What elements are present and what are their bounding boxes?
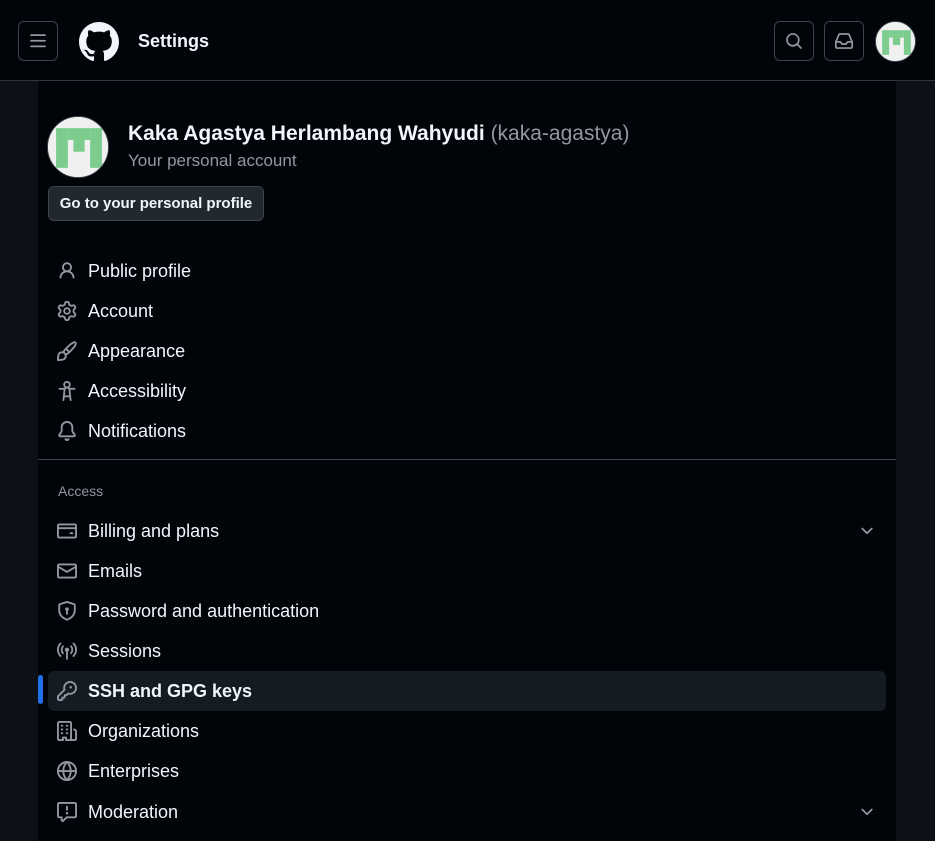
sidebar-item-billing[interactable]: Billing and plans <box>48 511 886 551</box>
profile-handle: (kaka-agastya) <box>490 122 630 145</box>
profile-name: Kaka Agastya Herlambang Wahyudi (kaka-ag… <box>128 122 629 146</box>
sidebar-item-public-profile[interactable]: Public profile <box>48 251 886 291</box>
accessibility-icon <box>58 381 76 401</box>
organization-icon <box>57 721 77 741</box>
github-mark-icon <box>79 22 119 62</box>
menu-button[interactable] <box>18 21 58 61</box>
sidebar-item-moderation[interactable]: Moderation <box>48 792 886 832</box>
gear-icon <box>57 301 77 321</box>
sidebar-item-notifications[interactable]: Notifications <box>48 411 886 451</box>
sidebar-item-label: Organizations <box>88 721 200 741</box>
sidebar-item-account[interactable]: Account <box>48 291 886 331</box>
go-to-profile-button[interactable]: Go to your personal profile <box>48 186 264 221</box>
search-button[interactable] <box>774 21 814 61</box>
sidebar-item-password-auth[interactable]: Password and authentication <box>48 591 886 631</box>
sidebar-item-label: Moderation <box>88 802 179 822</box>
profile-avatar <box>47 116 109 178</box>
sidebar-item-label: Account <box>88 301 154 321</box>
section-heading-access: Access <box>58 483 104 499</box>
sidebar-item-enterprises[interactable]: Enterprises <box>48 751 886 791</box>
sidebar-item-emails[interactable]: Emails <box>48 551 886 591</box>
bell-icon <box>58 421 76 441</box>
mail-icon <box>57 563 77 579</box>
search-icon <box>786 33 802 49</box>
report-icon <box>57 802 77 822</box>
sidebar-item-label: Billing and plans <box>88 521 220 541</box>
identicon-avatar <box>876 22 915 61</box>
hamburger-icon <box>30 34 46 48</box>
shield-lock-icon <box>58 601 76 621</box>
page-title: Settings <box>138 31 210 51</box>
sidebar-item-label: SSH and GPG keys <box>88 681 253 701</box>
profile-full-name: Kaka Agastya Herlambang Wahyudi <box>128 122 485 145</box>
sidebar-item-ssh-gpg-keys[interactable]: SSH and GPG keys <box>48 671 886 711</box>
key-icon <box>57 681 77 701</box>
sidebar-item-label: Appearance <box>88 341 186 361</box>
section-divider <box>38 459 896 460</box>
broadcast-icon <box>57 642 77 660</box>
sidebar-item-label: Password and authentication <box>88 601 320 621</box>
github-logo-link[interactable] <box>79 22 119 62</box>
globe-icon <box>57 761 77 781</box>
sidebar-item-label: Public profile <box>88 261 192 281</box>
sidebar-item-sessions[interactable]: Sessions <box>48 631 886 671</box>
sidebar-item-organizations[interactable]: Organizations <box>48 711 886 751</box>
sidebar-item-label: Enterprises <box>88 761 180 781</box>
active-item-indicator <box>38 675 43 704</box>
paintbrush-icon <box>57 341 77 361</box>
sidebar-item-label: Notifications <box>88 421 187 441</box>
user-avatar-button[interactable] <box>875 21 916 62</box>
credit-card-icon <box>57 523 77 539</box>
profile-subtitle: Your personal account <box>128 151 297 170</box>
chevron-down-icon[interactable] <box>858 803 876 821</box>
chevron-down-icon[interactable] <box>858 522 876 540</box>
inbox-icon <box>835 33 853 49</box>
top-header: Settings <box>0 0 935 81</box>
identicon-avatar <box>48 117 108 177</box>
sidebar-item-label: Accessibility <box>88 381 187 401</box>
sidebar-item-label: Emails <box>88 561 143 581</box>
sidebar-item-accessibility[interactable]: Accessibility <box>48 371 886 411</box>
sidebar-item-label: Sessions <box>88 641 162 661</box>
sidebar-item-appearance[interactable]: Appearance <box>48 331 886 371</box>
person-icon <box>59 262 75 279</box>
inbox-button[interactable] <box>824 21 864 61</box>
